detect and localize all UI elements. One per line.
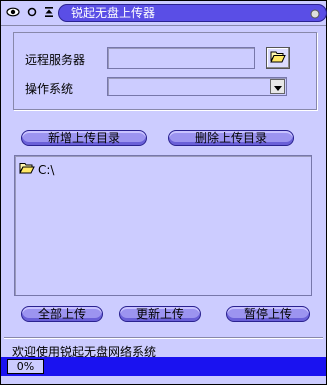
server-input[interactable] [107, 47, 255, 69]
folder-open-icon [270, 50, 286, 66]
divider [4, 337, 323, 338]
tree-item[interactable]: C:\ [19, 162, 54, 177]
connection-group [13, 32, 317, 110]
server-label: 远程服务器 [25, 53, 86, 67]
uploader-window: 锐起无盘上传器 远程服务器 操作系统 新增上传目录 删除上传目录 C:\ 全部上… [0, 0, 327, 385]
chevron-down-icon [273, 80, 282, 94]
add-upload-dir-button[interactable]: 新增上传目录 [21, 130, 147, 146]
upload-dir-tree[interactable]: C:\ [14, 155, 312, 296]
title-pill: 锐起无盘上传器 [58, 4, 327, 22]
eye-icon[interactable] [6, 5, 20, 19]
progress-text: 0% [7, 359, 44, 374]
window-title: 锐起无盘上传器 [71, 6, 156, 20]
menu-icon[interactable] [310, 8, 320, 22]
sort-icon[interactable] [42, 5, 56, 19]
title-bar: 锐起无盘上传器 [1, 1, 327, 26]
delete-upload-dir-button[interactable]: 删除上传目录 [168, 130, 294, 146]
pause-upload-button[interactable]: 暂停上传 [226, 306, 310, 322]
browse-folder-button[interactable] [266, 47, 290, 69]
folder-open-icon [19, 162, 35, 177]
window-bottom-edge [1, 376, 326, 384]
tree-item-label: C:\ [38, 162, 55, 177]
os-select[interactable] [107, 77, 287, 96]
circle-icon[interactable] [25, 5, 39, 19]
os-dropdown-button[interactable] [270, 79, 285, 94]
update-upload-button[interactable]: 更新上传 [119, 306, 201, 322]
progress-bar: 0% [1, 357, 326, 376]
upload-all-button[interactable]: 全部上传 [21, 306, 103, 322]
os-label: 操作系统 [25, 82, 74, 96]
